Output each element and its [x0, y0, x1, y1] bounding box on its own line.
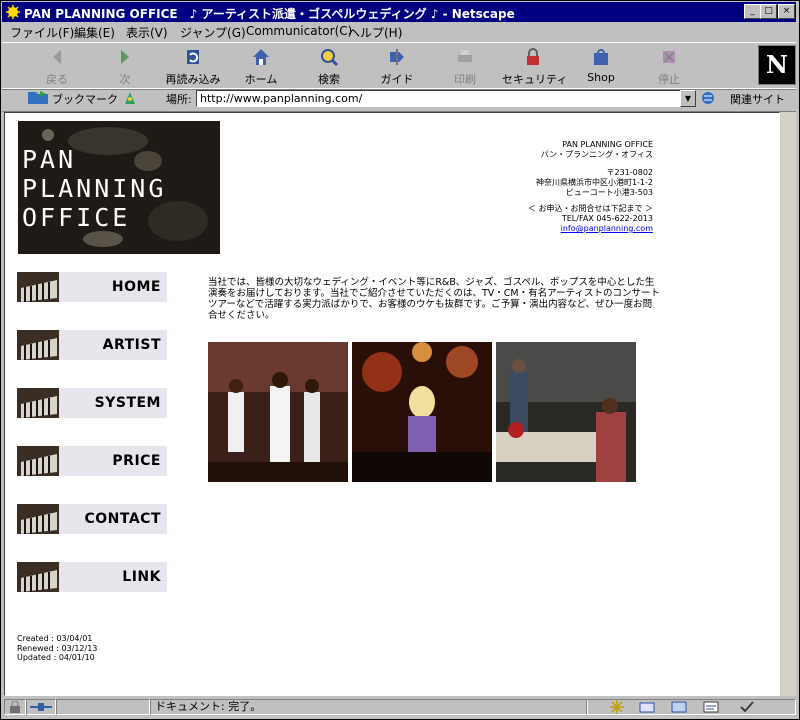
- maximize-button[interactable]: □: [760, 4, 777, 19]
- piano-keys-icon: [17, 272, 59, 302]
- menu-file[interactable]: ファイル(F): [10, 24, 74, 41]
- security-status[interactable]: [4, 699, 26, 715]
- navigation-toolbar: 戻る 次 再読み込み ホーム 検索 ガイド 印刷 セキュリティ Shop 停止: [2, 42, 796, 90]
- title-bar: PAN PLANNING OFFICE ♪ アーティスト派遣・ゴスペルウェディン…: [2, 2, 796, 22]
- building-address: ビューコート小港3-503: [565, 188, 653, 197]
- piano-keys-icon: [17, 330, 59, 360]
- home-icon: [253, 49, 269, 65]
- menu-communicator[interactable]: Communicator(C): [246, 24, 352, 38]
- checkmark-icon: [740, 701, 754, 713]
- page-content: PAN PLANNING OFFICE PAN PLANNING OFFICE …: [4, 112, 780, 696]
- company-name-ja: パン・プランニング・オフィス: [540, 150, 653, 159]
- progress-box: [56, 699, 150, 715]
- guide-button[interactable]: ガイド: [366, 45, 428, 87]
- forward-arrow-icon: [121, 50, 129, 64]
- location-label: 場所:: [166, 93, 192, 106]
- print-button[interactable]: 印刷: [434, 45, 496, 87]
- piano-keys-icon: [17, 504, 59, 534]
- mail-icon[interactable]: [639, 700, 655, 714]
- singer-stage-photo: [352, 342, 492, 482]
- logo-text: PAN PLANNING OFFICE: [22, 145, 167, 232]
- stop-button[interactable]: 停止: [638, 45, 700, 87]
- nav-link-button[interactable]: LINK: [17, 562, 167, 592]
- status-text: ドキュメント: 完了。: [150, 699, 588, 715]
- nav-price-button[interactable]: PRICE: [17, 446, 167, 476]
- nav-home-button[interactable]: HOME: [17, 272, 167, 302]
- newsgroups-icon[interactable]: [671, 700, 687, 714]
- composer-icon[interactable]: [703, 700, 719, 714]
- related-sites-icon: [702, 92, 714, 104]
- page-proxy-icon[interactable]: [122, 90, 138, 106]
- band-performance-photo: [208, 342, 348, 482]
- company-logo: PAN PLANNING OFFICE: [18, 121, 220, 254]
- piano-keys-icon: [17, 562, 59, 592]
- menu-view[interactable]: 表示(V): [126, 24, 168, 41]
- padlock-icon: [10, 701, 20, 713]
- street-address: 神奈川県横浜市中区小港町1-1-2: [535, 178, 653, 187]
- reload-button[interactable]: 再読み込み: [162, 45, 224, 87]
- netscape-app-icon: [6, 5, 20, 19]
- home-button[interactable]: ホーム: [230, 45, 292, 87]
- print-icon: [458, 50, 472, 62]
- search-icon: [321, 49, 339, 67]
- vertical-scrollbar-area[interactable]: [780, 112, 796, 696]
- status-bar: ドキュメント: 完了。: [2, 698, 796, 716]
- minimize-button[interactable]: _: [744, 4, 761, 19]
- inquiry-note: ＜ お申込・お問合せは下記まで ＞: [527, 204, 653, 213]
- nav-contact-button[interactable]: CONTACT: [17, 504, 167, 534]
- company-address: PAN PLANNING OFFICE パン・プランニング・オフィス 〒231-…: [453, 140, 653, 255]
- wedding-party-photo: [496, 342, 636, 482]
- netscape-logo[interactable]: N: [758, 45, 796, 85]
- security-button[interactable]: セキュリティ: [502, 45, 567, 87]
- nav-artist-button[interactable]: ARTIST: [17, 330, 167, 360]
- navigator-icon[interactable]: [609, 700, 625, 714]
- menu-edit[interactable]: 編集(E): [74, 24, 115, 41]
- menu-bar: ファイル(F) 編集(E) 表示(V) ジャンプ(G) Communicator…: [2, 22, 796, 40]
- network-plug-icon: [30, 703, 52, 711]
- url-dropdown-button[interactable]: ▼: [680, 90, 696, 107]
- company-name-en: PAN PLANNING OFFICE: [562, 140, 653, 149]
- back-button[interactable]: 戻る: [26, 45, 88, 87]
- component-bar: [586, 699, 796, 715]
- postal-code: 〒231-0802: [606, 168, 653, 177]
- bookmarks-button[interactable]: ブックマーク: [52, 91, 118, 107]
- close-button[interactable]: ×: [778, 4, 795, 19]
- menu-go[interactable]: ジャンプ(G): [180, 24, 246, 41]
- tel-fax: TEL/FAX 045-622-2013: [561, 214, 653, 223]
- search-button[interactable]: 検索: [298, 45, 360, 87]
- security-lock-icon: [527, 48, 539, 65]
- piano-keys-icon: [17, 446, 59, 476]
- stop-icon: [663, 51, 675, 63]
- nav-system-button[interactable]: SYSTEM: [17, 388, 167, 418]
- menu-help[interactable]: ヘルプ(H): [348, 24, 402, 41]
- update-history: Created : 03/04/01 Renewed : 03/12/13 Up…: [17, 634, 98, 662]
- bookmarks-icon: [28, 91, 48, 104]
- url-input[interactable]: http://www.panplanning.com/: [196, 90, 683, 107]
- related-sites-button[interactable]: 関連サイト: [730, 91, 785, 107]
- email-link[interactable]: info@panplanning.com: [561, 224, 653, 233]
- connection-status: [26, 699, 56, 715]
- shop-button[interactable]: Shop: [570, 45, 632, 87]
- shop-bag-icon: [594, 49, 608, 65]
- intro-text: 当社では、皆様の大切なウェディング・イベント等にR&B、ジャズ、ゴスペル、ポップ…: [208, 277, 660, 321]
- piano-keys-icon: [17, 388, 59, 418]
- guide-icon: [390, 49, 404, 65]
- forward-button[interactable]: 次: [94, 45, 156, 87]
- reload-icon: [187, 50, 199, 64]
- window-title: PAN PLANNING OFFICE ♪ アーティスト派遣・ゴスペルウェディン…: [24, 7, 515, 21]
- back-arrow-icon: [53, 50, 61, 64]
